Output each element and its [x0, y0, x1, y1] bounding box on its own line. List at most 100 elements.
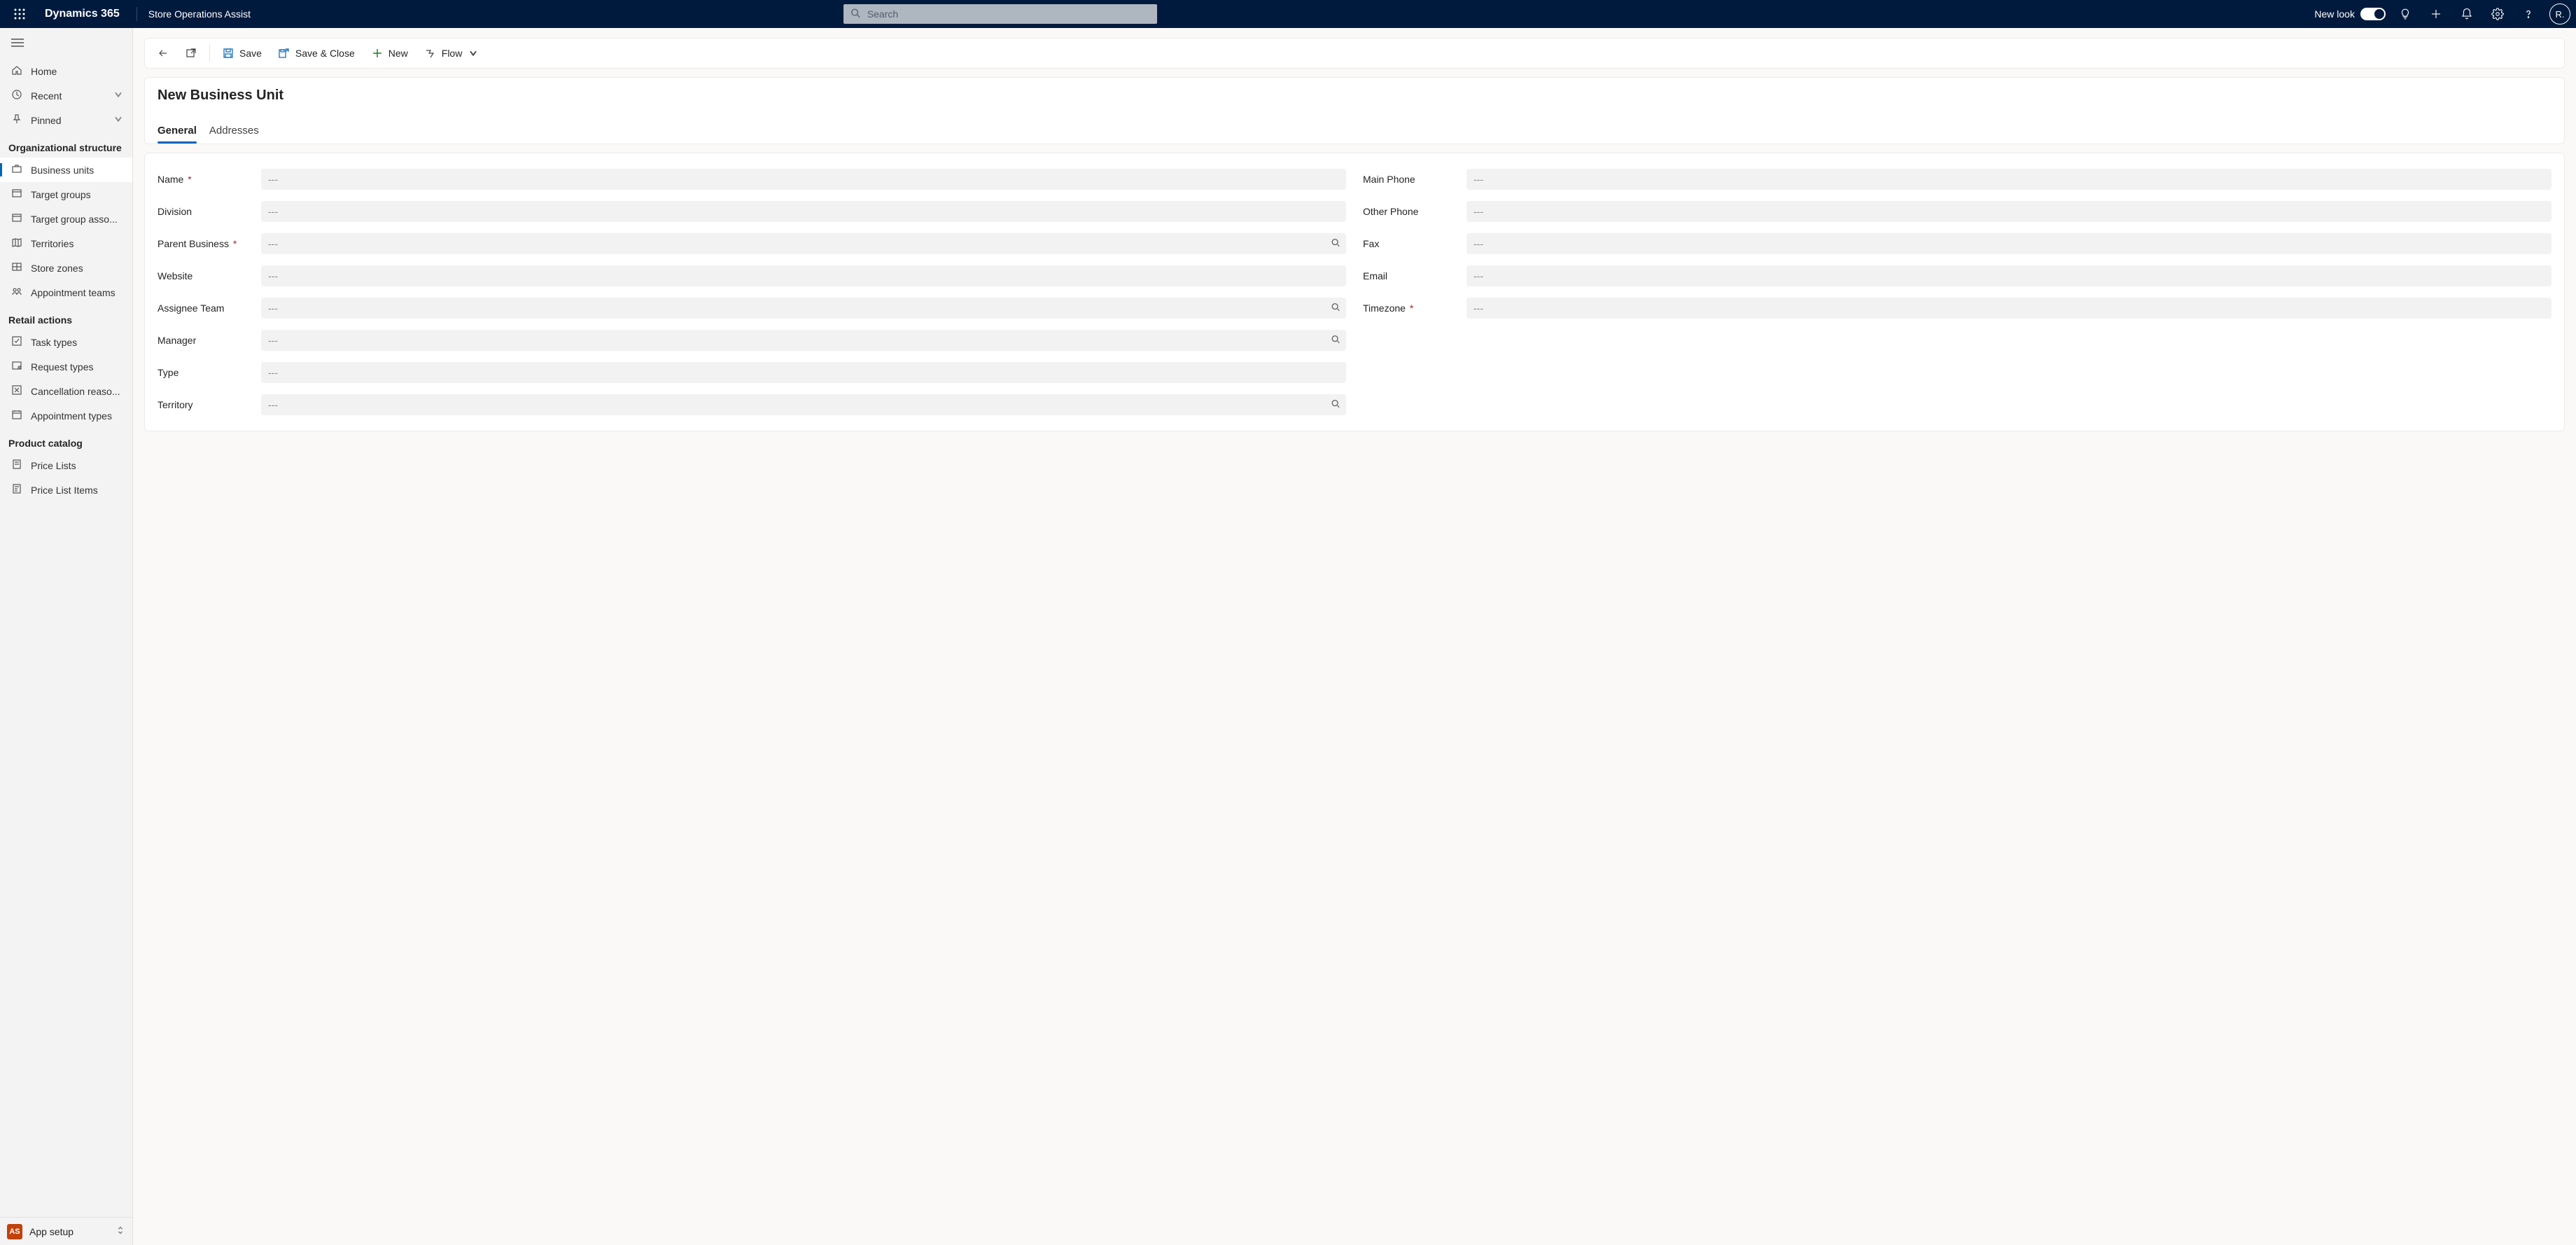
tab-addresses[interactable]: Addresses [209, 120, 259, 144]
division-input[interactable] [261, 201, 1346, 222]
assignee-team-input[interactable] [261, 298, 1346, 319]
user-avatar[interactable]: R. [2549, 4, 2570, 25]
save-button[interactable]: Save [216, 41, 269, 65]
sidebar-item-label: Recent [31, 90, 104, 102]
sidebar-item-pinned[interactable]: Pinned [0, 108, 132, 132]
required-indicator: * [233, 238, 237, 249]
sidebar-group-title: Product catalog [0, 428, 132, 453]
sidebar-item-home[interactable]: Home [0, 59, 132, 83]
home-icon [11, 64, 22, 78]
record-title: New Business Unit [158, 88, 2552, 120]
sidebar-item-price-lists[interactable]: Price Lists [0, 453, 132, 478]
top-bar: Dynamics 365 Store Operations Assist New… [0, 0, 2576, 28]
bell-icon[interactable] [2453, 0, 2481, 28]
sidebar-item-label: Business units [31, 165, 124, 176]
record-header: New Business Unit General Addresses [144, 77, 2565, 144]
email-input[interactable] [1466, 265, 2552, 286]
sidebar-item-price-list-items[interactable]: Price List Items [0, 478, 132, 502]
sidebar-item-recent[interactable]: Recent [0, 83, 132, 108]
field-label: Timezone * [1363, 302, 1460, 314]
field-parent-business: Parent Business * [158, 233, 1346, 254]
sidebar-item-appointment-teams[interactable]: Appointment teams [0, 280, 132, 305]
type-input[interactable] [261, 362, 1346, 383]
tab-general[interactable]: General [158, 120, 197, 144]
chevron-down-icon [113, 89, 124, 102]
sidebar-item-label: Price Lists [31, 460, 124, 471]
field-label: Parent Business * [158, 238, 254, 249]
chevron-updown-icon [115, 1225, 125, 1237]
back-button[interactable] [150, 41, 176, 65]
save-label: Save [239, 48, 262, 59]
field-label: Website [158, 270, 254, 281]
chevron-down-icon [113, 113, 124, 127]
sidebar-item-label: Request types [31, 361, 124, 373]
gear-icon[interactable] [2484, 0, 2512, 28]
chevron-down-icon [468, 48, 479, 59]
form-column-left: Name *DivisionParent Business *WebsiteAs… [158, 169, 1346, 415]
manager-input[interactable] [261, 330, 1346, 351]
sidebar-item-label: Appointment types [31, 410, 124, 422]
flow-button[interactable]: Flow [418, 41, 486, 65]
target-icon [11, 212, 22, 225]
app-launcher-icon[interactable] [6, 0, 34, 28]
other-phone-input[interactable] [1466, 201, 2552, 222]
field-manager: Manager [158, 330, 1346, 351]
appointment-icon [11, 409, 22, 422]
main-phone-input[interactable] [1466, 169, 2552, 190]
collapse-sidebar-icon[interactable] [0, 28, 132, 59]
cancel-icon [11, 384, 22, 398]
sidebar-item-store-zones[interactable]: Store zones [0, 256, 132, 280]
target-icon [11, 188, 22, 201]
field-email: Email [1363, 265, 2552, 286]
save-close-button[interactable]: Save & Close [272, 41, 362, 65]
app-switcher[interactable]: AS App setup [0, 1217, 132, 1245]
field-label: Type [158, 367, 254, 378]
field-label: Other Phone [1363, 206, 1460, 217]
field-division: Division [158, 201, 1346, 222]
app-name[interactable]: Store Operations Assist [148, 8, 262, 20]
help-icon[interactable] [2514, 0, 2542, 28]
sidebar-item-target-groups[interactable]: Target groups [0, 182, 132, 207]
sidebar-item-label: Appointment teams [31, 287, 124, 298]
sidebar-item-label: Task types [31, 337, 124, 348]
sidebar-item-business-units[interactable]: Business units [0, 158, 132, 182]
add-icon[interactable] [2422, 0, 2450, 28]
new-look-label: New look [2314, 8, 2355, 20]
territory-input[interactable] [261, 394, 1346, 415]
app-switcher-badge: AS [7, 1224, 22, 1239]
toggle-switch-icon[interactable] [2360, 8, 2386, 20]
sidebar-item-label: Territories [31, 238, 124, 249]
parent-business-input[interactable] [261, 233, 1346, 254]
website-input[interactable] [261, 265, 1346, 286]
sidebar-item-request-types[interactable]: Request types [0, 354, 132, 379]
timezone-input[interactable] [1466, 298, 2552, 319]
sidebar-item-task-types[interactable]: Task types [0, 330, 132, 354]
map-icon [11, 237, 22, 250]
command-divider [209, 45, 210, 62]
brand-divider [136, 7, 137, 21]
sidebar-item-label: Price List Items [31, 485, 124, 496]
sidebar: HomeRecentPinned Organizational structur… [0, 28, 133, 1245]
lightbulb-icon[interactable] [2391, 0, 2419, 28]
sidebar-item-label: Target groups [31, 189, 124, 200]
sidebar-item-appointment-types[interactable]: Appointment types [0, 403, 132, 428]
sidebar-item-label: Cancellation reaso... [31, 386, 124, 397]
field-label: Email [1363, 270, 1460, 281]
new-look-toggle[interactable]: New look [2314, 8, 2388, 20]
name-input[interactable] [261, 169, 1346, 190]
zone-icon [11, 261, 22, 274]
sidebar-item-cancellation-reaso-[interactable]: Cancellation reaso... [0, 379, 132, 403]
pricelist-icon [11, 459, 22, 472]
sidebar-item-target-group-asso-[interactable]: Target group asso... [0, 207, 132, 231]
form-column-right: Main PhoneOther PhoneFaxEmailTimezone * [1363, 169, 2552, 415]
search-bar [844, 4, 1157, 24]
sidebar-item-territories[interactable]: Territories [0, 231, 132, 256]
fax-input[interactable] [1466, 233, 2552, 254]
team-icon [11, 286, 22, 299]
tasktype-icon [11, 335, 22, 349]
new-button[interactable]: New [365, 41, 415, 65]
sidebar-item-label: Pinned [31, 115, 104, 126]
search-input[interactable] [844, 4, 1157, 24]
open-in-new-window-button[interactable] [178, 41, 204, 65]
brand-name[interactable]: Dynamics 365 [39, 8, 125, 20]
